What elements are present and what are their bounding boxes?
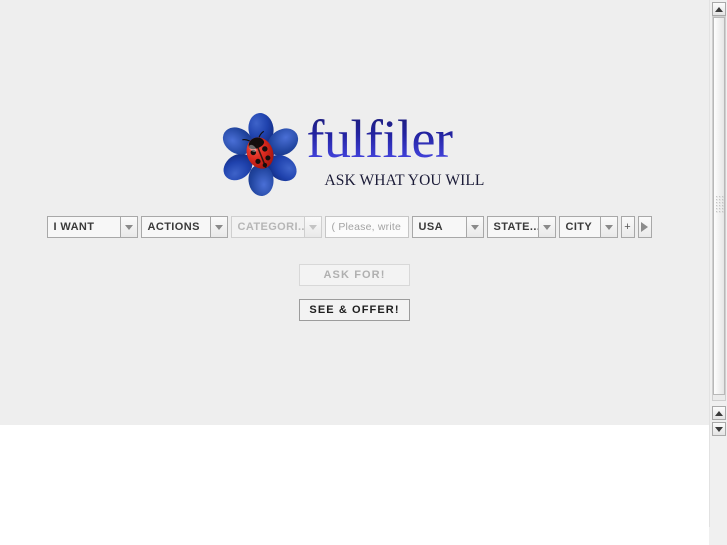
play-triangle-icon — [641, 222, 648, 232]
chevron-down-icon[interactable] — [210, 216, 228, 238]
see-and-offer-button[interactable]: SEE & OFFER! — [299, 299, 410, 321]
select-state-value: STATE... — [486, 216, 539, 238]
browser-viewport: fulfiler ASK WHAT YOU WILL I WANT ACTION… — [0, 0, 727, 545]
select-state[interactable]: STATE... — [486, 216, 556, 238]
scrollbar-track[interactable] — [712, 16, 726, 401]
select-city-value: CITY — [558, 216, 601, 238]
brand-wordmark: fulfiler ASK WHAT YOU WILL — [307, 108, 491, 200]
ask-button-row: ASK FOR! — [0, 264, 709, 286]
go-button[interactable] — [637, 216, 652, 238]
chevron-down-icon[interactable] — [538, 216, 556, 238]
select-category[interactable]: CATEGORI... — [230, 216, 322, 238]
page-title: fulfiler — [307, 108, 491, 170]
see-offer-button-row: SEE & OFFER! — [0, 299, 709, 321]
window-resize-corner[interactable] — [709, 527, 727, 545]
select-i-want[interactable]: I WANT — [46, 216, 138, 238]
brand-tagline: ASK WHAT YOU WILL — [324, 172, 485, 189]
select-actions[interactable]: ACTIONS — [140, 216, 228, 238]
ask-for-button[interactable]: ASK FOR! — [299, 264, 410, 286]
window-scrollbar[interactable] — [709, 0, 727, 545]
scrollbar-thumb[interactable] — [713, 17, 725, 395]
select-city[interactable]: CITY — [558, 216, 618, 238]
site-logo-block: fulfiler ASK WHAT YOU WILL — [0, 108, 709, 200]
select-country[interactable]: USA — [411, 216, 484, 238]
chevron-down-icon[interactable] — [600, 216, 618, 238]
select-country-value: USA — [411, 216, 467, 238]
scroll-up-arrow-icon[interactable] — [712, 406, 726, 420]
scroll-up-arrow-icon[interactable] — [712, 2, 726, 16]
scroll-down-arrow-icon[interactable] — [712, 422, 726, 436]
select-i-want-value: I WANT — [46, 216, 121, 238]
flower-ladybug-logo — [219, 112, 303, 196]
chevron-down-icon[interactable] — [304, 216, 322, 238]
select-actions-value: ACTIONS — [140, 216, 211, 238]
page-content-area: fulfiler ASK WHAT YOU WILL I WANT ACTION… — [0, 0, 709, 425]
chevron-down-icon[interactable] — [120, 216, 138, 238]
add-row-button[interactable]: + — [620, 216, 635, 238]
select-category-value: CATEGORI... — [230, 216, 305, 238]
chevron-down-icon[interactable] — [466, 216, 484, 238]
search-input[interactable] — [324, 216, 409, 238]
scroll-grip-icon — [716, 196, 724, 214]
search-bar: I WANT ACTIONS CATEGORI... USA — [0, 216, 709, 238]
